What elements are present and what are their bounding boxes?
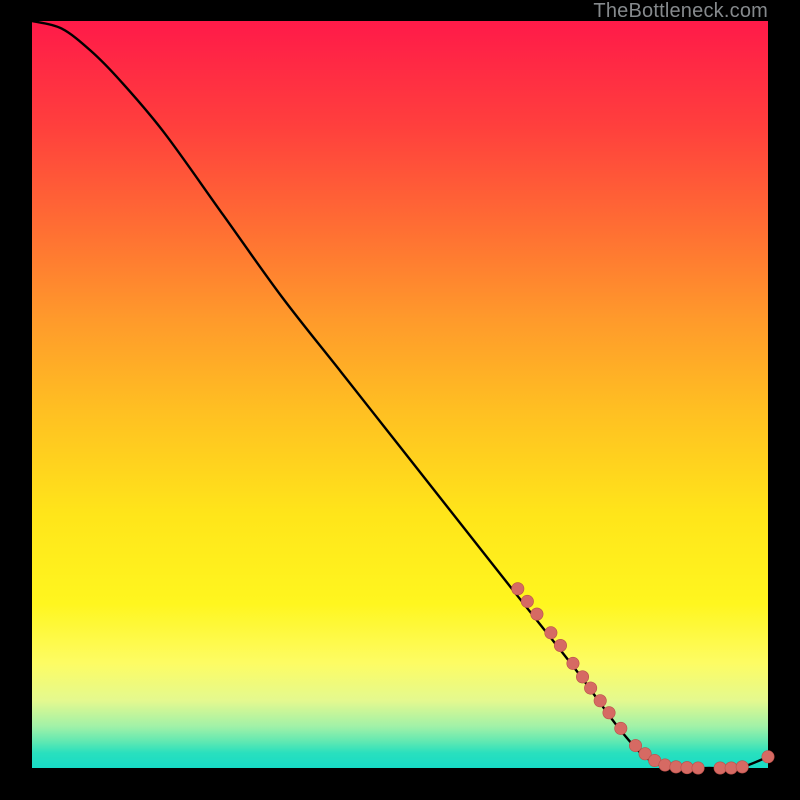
chart-svg — [32, 21, 768, 768]
curve-marker — [603, 707, 615, 719]
curve-marker — [615, 722, 627, 734]
curve-marker — [681, 761, 693, 773]
curve-marker — [594, 695, 606, 707]
curve-marker — [531, 608, 543, 620]
chart-frame: TheBottleneck.com — [0, 0, 800, 800]
curve-marker — [629, 739, 641, 751]
curve-markers — [512, 583, 775, 775]
curve-marker — [659, 759, 671, 771]
curve-marker — [714, 762, 726, 774]
curve-marker — [567, 657, 579, 669]
curve-marker — [554, 639, 566, 651]
bottleneck-curve — [32, 21, 768, 769]
curve-marker — [521, 595, 533, 607]
curve-marker — [512, 583, 524, 595]
curve-marker — [725, 762, 737, 774]
watermark-text: TheBottleneck.com — [593, 0, 768, 23]
curve-marker — [584, 682, 596, 694]
curve-marker — [670, 761, 682, 773]
curve-marker — [692, 762, 704, 774]
curve-marker — [545, 627, 557, 639]
curve-marker — [576, 671, 588, 683]
curve-marker — [736, 761, 748, 773]
plot-area — [32, 21, 768, 768]
curve-marker — [762, 751, 774, 763]
